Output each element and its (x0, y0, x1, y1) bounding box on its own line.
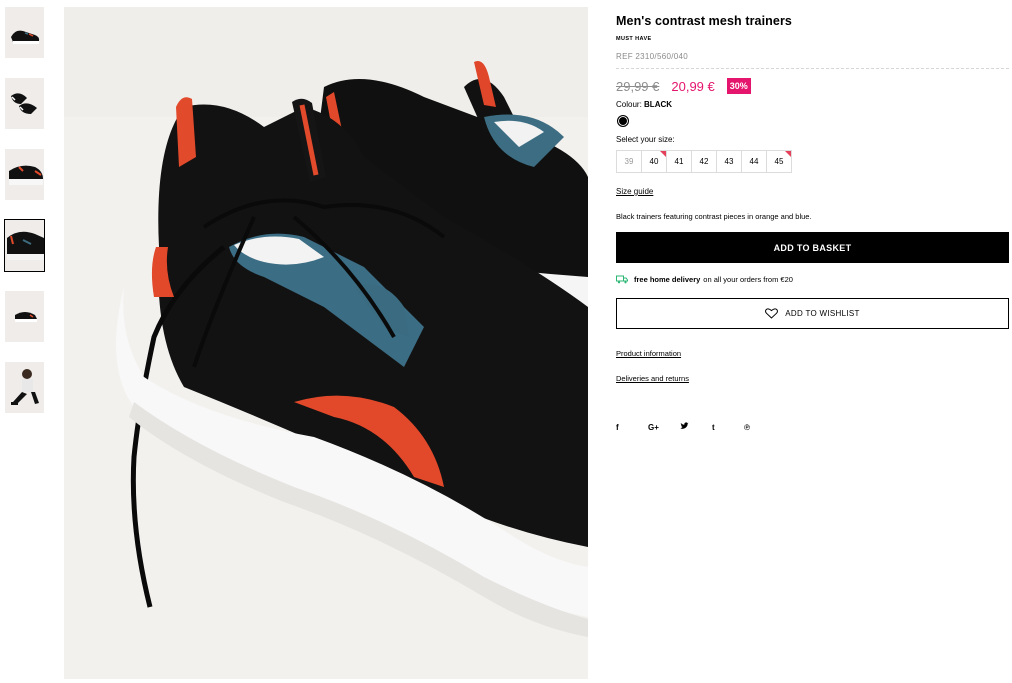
size-option-label: 39 (624, 157, 634, 166)
tumblr-icon[interactable]: t (712, 423, 744, 432)
twitter-icon[interactable] (680, 422, 712, 432)
trainers-photo (64, 7, 588, 679)
truck-icon (616, 275, 628, 284)
size-option-label: 45 (774, 157, 784, 166)
delivery-info: free home delivery on all your orders fr… (616, 275, 1009, 284)
discount-badge: 30% (726, 78, 751, 94)
thumbnail-4[interactable] (4, 219, 45, 272)
thumbnail-gallery (4, 7, 45, 433)
divider (616, 68, 1009, 69)
size-option-label: 40 (649, 157, 659, 166)
size-option-label: 41 (674, 157, 684, 166)
google-plus-icon[interactable]: G+ (648, 423, 680, 432)
size-option-label: 43 (724, 157, 734, 166)
product-description: Black trainers featuring contrast pieces… (616, 212, 812, 221)
price-row: 29,99 € 20,99 € 30% (616, 75, 1009, 97)
product-title: Men's contrast mesh trainers (616, 14, 792, 28)
product-information-link[interactable]: Product information (616, 349, 681, 358)
size-option[interactable]: 39 (616, 150, 642, 173)
add-to-wishlist-button[interactable]: ADD TO WISHLIST (616, 298, 1009, 329)
deliveries-returns-link[interactable]: Deliveries and returns (616, 374, 689, 383)
size-option-label: 42 (699, 157, 709, 166)
social-share: f G+ t ℗ (616, 422, 1009, 432)
add-to-basket-button[interactable]: ADD TO BASKET (616, 232, 1009, 263)
size-option[interactable]: 43 (716, 150, 742, 173)
low-stock-marker (785, 151, 791, 157)
size-option[interactable]: 44 (741, 150, 767, 173)
delivery-text: on all your orders from €20 (703, 275, 793, 284)
must-have-tag: MUST HAVE (616, 36, 652, 42)
delivery-bold-text: free home delivery (634, 275, 701, 284)
product-info-panel: Men's contrast mesh trainers MUST HAVE R… (616, 14, 1009, 432)
heart-icon (765, 308, 779, 319)
colour-swatch-black[interactable] (617, 115, 629, 127)
thumbnail-5[interactable] (5, 291, 44, 342)
pinterest-icon[interactable]: ℗ (744, 423, 776, 432)
thumbnail-6[interactable] (5, 362, 44, 413)
facebook-icon[interactable]: f (616, 423, 648, 432)
colour-label: Colour: (616, 100, 642, 109)
size-option[interactable]: 45 (766, 150, 792, 173)
size-option[interactable]: 41 (666, 150, 692, 173)
size-label: Select your size: (616, 135, 675, 144)
old-price: 29,99 € (616, 78, 660, 94)
thumbnail-3[interactable] (5, 149, 44, 200)
size-selector: 39 40 41 42 43 44 45 (616, 150, 1009, 173)
size-option[interactable]: 42 (691, 150, 717, 173)
colour-row: Colour: BLACK (616, 100, 1009, 109)
size-option[interactable]: 40 (641, 150, 667, 173)
colour-value: BLACK (644, 100, 673, 109)
main-product-image[interactable] (64, 7, 588, 679)
sale-price: 20,99 € (671, 78, 715, 94)
size-guide-link[interactable]: Size guide (616, 187, 653, 196)
wishlist-label: ADD TO WISHLIST (785, 309, 860, 318)
thumbnail-2[interactable] (5, 78, 44, 129)
product-reference: REF 2310/560/040 (616, 52, 688, 61)
size-option-label: 44 (749, 157, 759, 166)
thumbnail-1[interactable] (5, 7, 44, 58)
